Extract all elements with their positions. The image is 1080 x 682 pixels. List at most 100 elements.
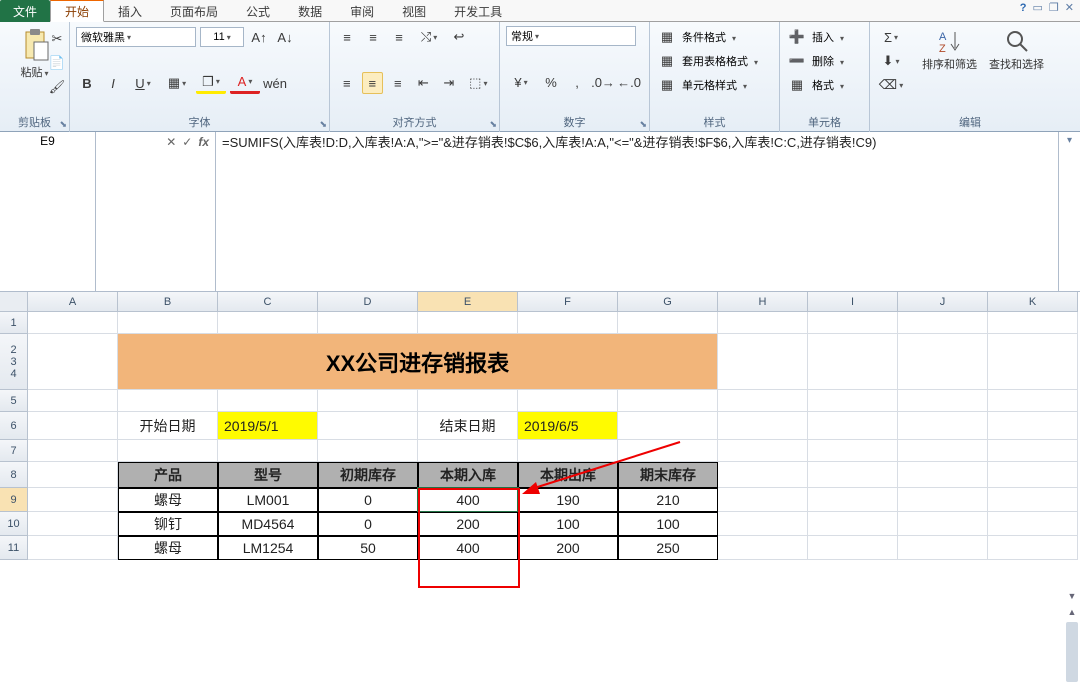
cell[interactable] <box>808 536 898 560</box>
align-right-button[interactable]: ≡ <box>387 72 409 94</box>
table-cell[interactable]: 200 <box>518 536 618 560</box>
cell[interactable] <box>808 412 898 440</box>
tab-home[interactable]: 开始 <box>50 0 104 22</box>
cell[interactable] <box>898 390 988 412</box>
colhdr-G[interactable]: G <box>618 292 718 312</box>
cell[interactable] <box>28 512 118 536</box>
cell[interactable] <box>988 488 1078 512</box>
underline-button[interactable]: U <box>128 72 158 94</box>
format-painter-button[interactable]: 🖌 <box>46 76 68 98</box>
increase-decimal-button[interactable]: .0→ <box>592 71 614 93</box>
table-cell[interactable]: 210 <box>618 488 718 512</box>
wrap-text-button[interactable]: ↩ <box>448 26 470 48</box>
table-cell[interactable]: 铆钉 <box>118 512 218 536</box>
clear-button[interactable]: ⌫ <box>876 74 906 96</box>
tab-review[interactable]: 审阅 <box>336 0 388 22</box>
autosum-button[interactable]: Σ <box>876 26 906 48</box>
cell[interactable] <box>618 440 718 462</box>
cell[interactable] <box>618 312 718 334</box>
colhdr-J[interactable]: J <box>898 292 988 312</box>
cell[interactable] <box>898 440 988 462</box>
number-format-select[interactable]: 常规 <box>506 26 636 46</box>
cell[interactable] <box>988 462 1078 488</box>
cell[interactable] <box>718 536 808 560</box>
colhdr-A[interactable]: A <box>28 292 118 312</box>
cell[interactable] <box>618 390 718 412</box>
colhdr-K[interactable]: K <box>988 292 1078 312</box>
align-left-button[interactable]: ≡ <box>336 72 358 94</box>
table-cell[interactable]: MD4564 <box>218 512 318 536</box>
clipboard-launcher[interactable]: ⬊ <box>59 119 67 130</box>
copy-button[interactable]: 📄 <box>46 52 68 74</box>
table-header[interactable]: 产品 <box>118 462 218 488</box>
table-header[interactable]: 期末库存 <box>618 462 718 488</box>
decrease-font-icon[interactable]: A↓ <box>274 26 296 48</box>
table-cell[interactable]: 200 <box>418 512 518 536</box>
cell[interactable] <box>28 312 118 334</box>
fill-color-button[interactable]: ❒ <box>196 72 226 94</box>
colhdr-D[interactable]: D <box>318 292 418 312</box>
comma-button[interactable]: , <box>566 71 588 93</box>
close-icon[interactable]: ✕ <box>1065 1 1074 14</box>
cell[interactable] <box>808 390 898 412</box>
cell[interactable] <box>988 512 1078 536</box>
start-date-value[interactable]: 2019/5/1 <box>218 412 318 440</box>
cell[interactable] <box>898 334 988 390</box>
table-cell[interactable]: 400 <box>418 536 518 560</box>
cell[interactable] <box>118 312 218 334</box>
table-format-button[interactable]: ▦套用表格格式 <box>656 50 773 72</box>
table-cell[interactable]: 190 <box>518 488 618 512</box>
cell[interactable] <box>718 462 808 488</box>
window-restore-icon[interactable]: ❐ <box>1049 1 1059 14</box>
confirm-formula-icon[interactable]: ✓ <box>182 135 192 149</box>
cell[interactable] <box>898 312 988 334</box>
tab-formulas[interactable]: 公式 <box>232 0 284 22</box>
end-date-label[interactable]: 结束日期 <box>418 412 518 440</box>
grid-body[interactable]: 1 234 XX公司进存销报表 5 6 开始日期 2019/5/1 结束日期 2… <box>0 312 1080 560</box>
end-date-value[interactable]: 2019/6/5 <box>518 412 618 440</box>
cell[interactable] <box>898 462 988 488</box>
cell[interactable] <box>988 536 1078 560</box>
scroll-up-icon[interactable]: ▲ <box>1064 604 1080 620</box>
table-cell[interactable]: 250 <box>618 536 718 560</box>
cell[interactable] <box>28 488 118 512</box>
name-box[interactable] <box>0 132 96 291</box>
cell[interactable] <box>218 440 318 462</box>
cell[interactable] <box>898 512 988 536</box>
table-cell[interactable]: LM001 <box>218 488 318 512</box>
number-launcher[interactable]: ⬊ <box>639 119 647 130</box>
cell[interactable] <box>898 412 988 440</box>
cell[interactable] <box>718 512 808 536</box>
cell[interactable] <box>28 462 118 488</box>
cell[interactable] <box>988 412 1078 440</box>
cell[interactable] <box>808 488 898 512</box>
increase-indent-button[interactable]: ⇥ <box>438 72 460 94</box>
help-icon[interactable]: ? <box>1020 2 1027 14</box>
italic-button[interactable]: I <box>102 72 124 94</box>
rowhdr-10[interactable]: 10 <box>0 512 28 536</box>
cell[interactable] <box>718 312 808 334</box>
colhdr-I[interactable]: I <box>808 292 898 312</box>
table-header[interactable]: 本期入库 <box>418 462 518 488</box>
cell[interactable] <box>988 334 1078 390</box>
cell-style-button[interactable]: ▦单元格样式 <box>656 74 773 96</box>
fx-icon[interactable]: fx <box>198 135 209 149</box>
sort-filter-button[interactable]: AZ 排序和筛选 <box>918 26 981 74</box>
cell[interactable] <box>718 390 808 412</box>
cell[interactable] <box>808 334 898 390</box>
table-cell[interactable]: 100 <box>618 512 718 536</box>
cell[interactable] <box>988 440 1078 462</box>
align-bottom-button[interactable]: ≡ <box>388 26 410 48</box>
cell[interactable] <box>318 390 418 412</box>
table-cell[interactable]: 0 <box>318 488 418 512</box>
decrease-indent-button[interactable]: ⇤ <box>413 72 435 94</box>
tab-view[interactable]: 视图 <box>388 0 440 22</box>
cell[interactable] <box>28 440 118 462</box>
merge-button[interactable]: ⬚ <box>464 72 493 94</box>
font-name-select[interactable]: 微软雅黑 <box>76 27 196 47</box>
cell[interactable] <box>718 412 808 440</box>
cell[interactable] <box>418 312 518 334</box>
formula-expand-icon[interactable]: ▾ <box>1058 132 1080 291</box>
cell[interactable] <box>118 390 218 412</box>
align-center-button[interactable]: ≡ <box>362 72 384 94</box>
